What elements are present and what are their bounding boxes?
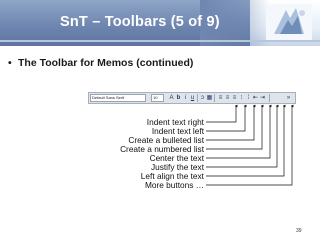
callout-leader-indent-right: [206, 104, 238, 123]
callout-leader-more-buttons: [206, 104, 294, 186]
page-number: 39: [296, 228, 302, 234]
slide: SnT – Toolbars (5 of 9) • The Toolbar for…: [0, 0, 320, 247]
callout-leader-center: [206, 104, 272, 159]
callout-more-buttons: More buttons …: [144, 180, 204, 190]
callout-leader-indent-left: [206, 104, 247, 132]
callout-leader-numbered-list: [206, 104, 264, 150]
callout-leader-bulleted-list: [206, 104, 256, 141]
